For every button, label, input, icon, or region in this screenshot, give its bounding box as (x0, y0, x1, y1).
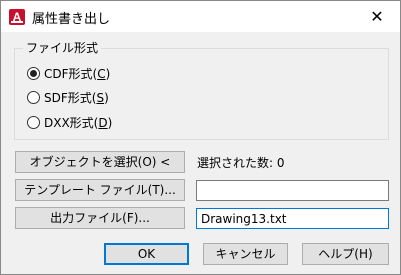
close-button[interactable]: ✕ (354, 1, 400, 32)
radio-cdf-format[interactable]: CDF形式(C) (27, 64, 110, 82)
select-objects-button[interactable]: オブジェクトを選択(O) < (15, 151, 185, 173)
file-format-group-label: ファイル形式 (23, 39, 102, 56)
radio-indicator[interactable] (27, 115, 40, 129)
help-button[interactable]: ヘルプ(H) (302, 243, 389, 265)
title-bar: A 属性書き出し ✕ (1, 1, 400, 32)
output-file-field[interactable]: Drawing13.txt (196, 208, 389, 229)
output-file-button[interactable]: 出力ファイル(F)... (15, 207, 185, 229)
radio-label: SDF形式(S) (44, 90, 109, 105)
dialog-title: 属性書き出し (32, 12, 111, 27)
cancel-button[interactable]: キャンセル (203, 243, 288, 265)
selected-count-label: 選択された数: 0 (197, 156, 285, 170)
ok-button[interactable]: OK (104, 243, 189, 265)
radio-indicator[interactable] (27, 66, 40, 80)
template-file-button[interactable]: テンプレート ファイル(T)... (15, 179, 185, 201)
radio-indicator[interactable] (27, 90, 40, 104)
autocad-app-icon: A (9, 9, 25, 25)
radio-label: CDF形式(C) (44, 66, 111, 81)
radio-label: DXX形式(D) (44, 115, 113, 130)
radio-sdf-format[interactable]: SDF形式(S) (27, 88, 109, 106)
attribute-export-dialog: A 属性書き出し ✕ ファイル形式 CDF形式(C) SDF形式(S) DXX形… (0, 0, 401, 275)
template-file-field[interactable] (196, 180, 389, 201)
radio-dxx-format[interactable]: DXX形式(D) (27, 113, 112, 131)
